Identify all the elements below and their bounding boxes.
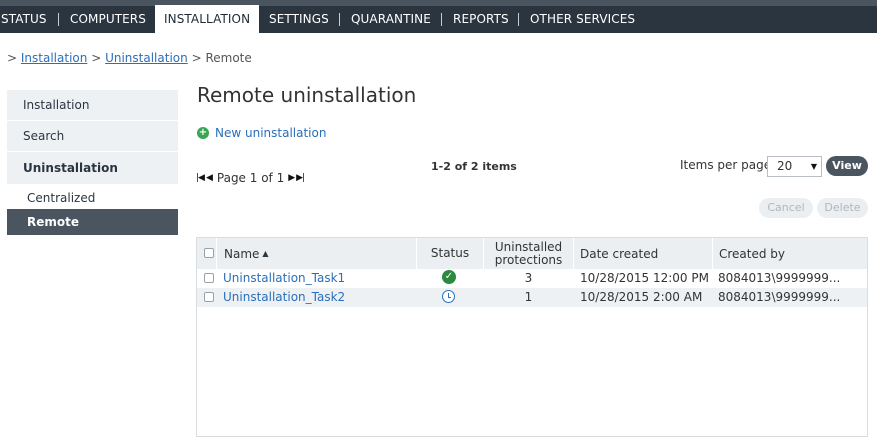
column-header-date-created[interactable]: Date created	[580, 238, 658, 269]
column-header-name[interactable]: Name ▲	[224, 238, 269, 269]
items-per-page-value: 20	[777, 159, 793, 173]
pager: |◀ ◀ Page 1 of 1 ▶ ▶|	[196, 171, 306, 185]
items-count: 1-2 of 2 items	[431, 160, 517, 173]
delete-button[interactable]: Delete	[817, 198, 868, 218]
date-created: 10/28/2015 12:00 PM	[580, 271, 709, 285]
top-navigation: STATUS COMPUTERS INSTALLATION SETTINGS Q…	[0, 0, 877, 33]
column-divider	[216, 238, 217, 269]
nav-separator	[339, 13, 340, 26]
page-info: Page 1 of 1	[216, 171, 285, 185]
tab-quarantine[interactable]: QUARANTINE	[351, 6, 431, 33]
sidebar-subitem-centralized[interactable]: Centralized	[7, 187, 178, 209]
chevron-down-icon: ▼	[810, 162, 817, 171]
nav-separator	[58, 13, 59, 26]
created-by: 8084013\9999999...	[718, 271, 841, 285]
row-checkbox[interactable]	[204, 292, 214, 302]
plus-icon: +	[197, 127, 209, 139]
tab-reports[interactable]: REPORTS	[453, 6, 509, 33]
task-name-link[interactable]: Uninstallation_Task2	[223, 288, 413, 307]
tab-installation[interactable]: INSTALLATION	[155, 5, 260, 33]
breadcrumb-separator: >	[191, 51, 202, 65]
uninstalled-protections: 3	[524, 271, 533, 285]
nav-separator	[518, 13, 519, 26]
previous-page-icon[interactable]: ◀	[206, 173, 213, 183]
breadcrumb-current: Remote	[205, 51, 252, 65]
date-created: 10/28/2015 2:00 AM	[580, 290, 703, 304]
breadcrumb-link-uninstallation[interactable]: Uninstallation	[105, 51, 188, 65]
select-all-checkbox[interactable]	[204, 248, 214, 258]
last-page-icon[interactable]: ▶|	[296, 173, 305, 183]
tab-settings[interactable]: SETTINGS	[269, 6, 329, 33]
tasks-table: Name ▲ Status Uninstalled protections Da…	[196, 237, 868, 437]
breadcrumb-link-installation[interactable]: Installation	[21, 51, 87, 65]
tab-computers[interactable]: COMPUTERS	[70, 6, 146, 33]
breadcrumb-prefix: >	[7, 51, 18, 65]
sidebar-item-installation[interactable]: Installation	[7, 90, 178, 120]
breadcrumb: > Installation > Uninstallation > Remote	[7, 51, 252, 65]
items-per-page-select[interactable]: 20 ▼	[767, 156, 822, 177]
new-uninstallation-link[interactable]: + New uninstallation	[197, 126, 326, 140]
uninstalled-protections: 1	[524, 290, 533, 304]
sidebar-item-uninstallation[interactable]: Uninstallation	[7, 152, 178, 184]
sidebar-subitem-remote[interactable]: Remote	[7, 209, 178, 235]
page-title: Remote uninstallation	[197, 83, 417, 107]
table-row[interactable]: Uninstallation_Task2 1 10/28/2015 2:00 A…	[197, 288, 867, 307]
sort-ascending-icon: ▲	[262, 249, 269, 258]
sidebar-item-search[interactable]: Search	[7, 121, 178, 151]
column-divider	[712, 238, 713, 269]
column-header-status[interactable]: Status	[417, 238, 483, 269]
table-row[interactable]: Uninstallation_Task1 ✓ 3 10/28/2015 12:0…	[197, 269, 867, 288]
cancel-button[interactable]: Cancel	[759, 198, 813, 218]
view-button[interactable]: View	[826, 156, 868, 176]
column-header-name-label: Name	[224, 246, 260, 261]
completed-check-icon: ✓	[442, 270, 456, 284]
table-header: Name ▲ Status Uninstalled protections Da…	[197, 238, 867, 269]
tab-status[interactable]: STATUS	[1, 6, 47, 33]
new-uninstallation-label: New uninstallation	[215, 126, 327, 140]
created-by: 8084013\9999999...	[718, 290, 841, 304]
row-checkbox[interactable]	[204, 273, 214, 283]
next-page-icon[interactable]: ▶	[288, 173, 295, 183]
first-page-icon[interactable]: |◀	[196, 173, 205, 183]
column-divider	[573, 238, 574, 269]
pending-clock-icon	[442, 290, 455, 303]
tab-other-services[interactable]: OTHER SERVICES	[530, 6, 635, 33]
items-per-page-label: Items per page	[680, 158, 772, 172]
column-header-protections[interactable]: Uninstalled protections	[484, 238, 573, 269]
column-header-created-by[interactable]: Created by	[719, 238, 785, 269]
task-name-link[interactable]: Uninstallation_Task1	[223, 269, 413, 288]
nav-separator	[441, 13, 442, 26]
breadcrumb-separator: >	[91, 51, 102, 65]
